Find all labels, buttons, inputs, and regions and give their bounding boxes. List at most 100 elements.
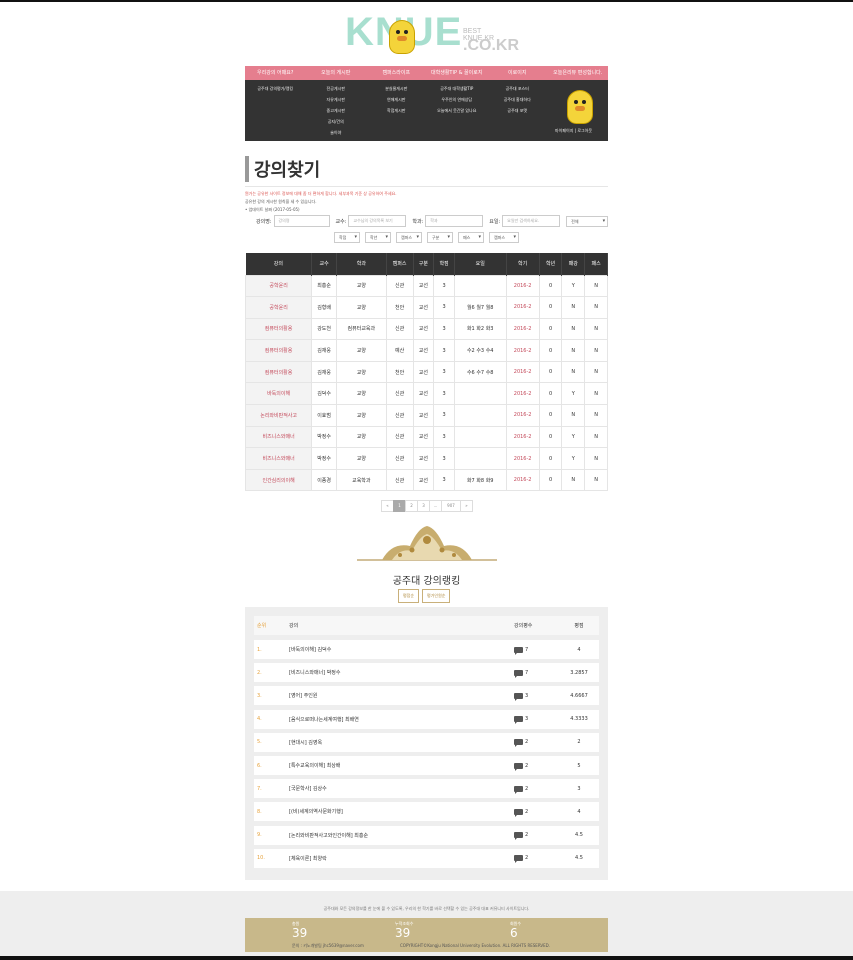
professor-search-input[interactable]: 교수님의 강의목록 보기 <box>348 215 407 227</box>
submenu-item[interactable]: 분실물게시판 <box>366 83 427 94</box>
rank-review-count: 2 <box>514 739 559 748</box>
campus-select[interactable]: 캠퍼스 <box>396 232 422 243</box>
rank-lecture-name[interactable]: [현대시] 김영옥 <box>289 739 514 746</box>
submenu-item[interactable]: 오늘에서 웃긴말 있나요 <box>427 105 488 116</box>
next-page-button[interactable]: » <box>460 500 473 512</box>
table-row[interactable]: 컴퓨터의활용 김재웅 교양 천안 교선 3 수6 수7 수8 2016-2 0 N N <box>244 360 608 384</box>
type-select[interactable]: 구분 <box>427 232 453 243</box>
submenu-item[interactable]: 학점게시판 <box>366 105 427 116</box>
table-row[interactable]: 비즈니스와매너 박정수 교양 신관 교선 3 2016-2 0 Y N <box>244 447 608 470</box>
nav-menu-lecture[interactable]: 우리강의 어때요? <box>245 66 306 80</box>
ranking-row[interactable]: 2. [비즈니스와매너] 박정수 7 3.2857 <box>254 663 599 683</box>
rank-lecture-name[interactable]: [음식으로떠나는세계여행] 최배연 <box>289 716 514 723</box>
title-divider <box>245 186 608 187</box>
rank-review-count: 3 <box>514 716 559 725</box>
lecture-name-link[interactable]: 바둑의이해 <box>244 382 313 406</box>
table-cell: N <box>584 468 608 492</box>
table-cell: N <box>584 339 608 362</box>
lecture-name-link[interactable]: 논리와비판적사고 <box>244 404 313 427</box>
table-cell: N <box>584 296 608 319</box>
comment-icon <box>514 808 523 817</box>
ranking-row[interactable]: 6. [특수교육의이해] 최상배 2 5 <box>254 756 599 775</box>
lecture-name-link[interactable]: 컴퓨터의활용 <box>244 360 313 384</box>
table-row[interactable]: 비즈니스와매너 박정수 교양 신관 교선 3 2016-2 0 Y N <box>244 425 608 449</box>
submenu-item[interactable]: 자유게시판 <box>306 94 367 105</box>
submenu-item[interactable]: 공주대 포맷 <box>487 105 548 116</box>
tab-by-score[interactable]: 평점순 <box>398 589 420 603</box>
submenu-item[interactable]: 공주대 포스터 <box>487 83 548 94</box>
table-row[interactable]: 인간심리의이해 이종경 교육학과 신관 교선 3 화7 화8 화9 2016-2 0 N N <box>244 468 608 492</box>
submenu-item[interactable]: 술이야 <box>306 127 367 138</box>
table-cell: 3 <box>433 468 455 492</box>
table-cell: 신관 <box>385 317 414 341</box>
tab-by-count[interactable]: 평가인원순 <box>422 589 451 603</box>
ranking-row[interactable]: 7. [국문학사] 김상수 2 3 <box>254 779 599 799</box>
table-cell: N <box>584 404 608 427</box>
table-row[interactable]: 공학윤리 김형배 교양 천안 교선 3 월6 월7 월8 2016-2 0 N N <box>244 296 608 319</box>
table-row[interactable]: 컴퓨터의활용 김재웅 교양 예산 교선 3 수2 수3 수4 2016-2 0 N N <box>244 339 608 362</box>
rank-lecture-name[interactable]: [국문학사] 김상수 <box>289 785 514 792</box>
nav-menu-board[interactable]: 오늘의 게시판 <box>306 66 367 80</box>
ranking-row[interactable]: 3. [영어] 주인원 3 4.6667 <box>254 686 599 706</box>
ranking-row[interactable]: 10. [체육이론] 최양락 2 4.5 <box>254 848 599 868</box>
credit-select[interactable]: 학점 <box>334 232 360 243</box>
lecture-search-input[interactable]: 강의명 <box>273 215 330 227</box>
ranking-row[interactable]: 5. [현대시] 김영옥 2 2 <box>254 732 599 752</box>
nav-menu-review[interactable]: 오늘은리뷰 편성합니다. <box>548 66 609 80</box>
lecture-name-link[interactable]: 인간심리의이해 <box>244 468 313 492</box>
rank-lecture-name[interactable]: [바둑의이해] 김덕수 <box>289 646 514 653</box>
pass-select[interactable]: 패스 <box>458 232 484 243</box>
nav-submenus: 공주대 강의평가/랭킹 전공게시판 자유게시판 중고게시판 공지/건의 술이야 … <box>245 80 608 138</box>
department-search-input[interactable]: 학과 <box>425 215 484 227</box>
rank-lecture-name[interactable]: [(비)세계의역사문화기행] <box>289 808 514 815</box>
rank-lecture-name[interactable]: [논리와비판적사고와인간이해] 최흥순 <box>289 832 514 839</box>
day-search-input[interactable]: 요일만 검색하세요. <box>502 215 561 227</box>
grade-select[interactable]: 학년 <box>365 232 391 243</box>
page-button[interactable]: 907 <box>441 500 461 512</box>
site-logo[interactable]: KNUE BEST KNUE.KR .CO.KR <box>345 10 519 58</box>
rank-lecture-name[interactable]: [영어] 주인원 <box>289 692 514 699</box>
table-row[interactable]: 논리와비판적사고 이효범 교양 신관 교선 3 2016-2 0 N N <box>244 404 608 427</box>
notice-text: 뭔가는 공유한 사이트 정보에 대해 좀 더 편하게 합니다. 세부과목 기준 … <box>245 190 397 214</box>
all-select[interactable]: 전체 <box>566 215 609 227</box>
submenu-item[interactable]: 공주대 대학생활TIP <box>427 83 488 94</box>
nav-menu-extra[interactable]: 이로이지 <box>487 66 548 80</box>
ranking-row[interactable]: 4. [음식으로떠나는세계여행] 최배연 3 4.3333 <box>254 709 599 729</box>
submenu-item[interactable]: 전공게시판 <box>306 83 367 94</box>
submenu-item[interactable]: 우주인의 연애상담 <box>427 94 488 105</box>
nav-menu-campus[interactable]: 캠퍼스라이프 <box>366 66 427 80</box>
ranking-row[interactable]: 8. [(비)세계의역사문화기행] 2 4 <box>254 802 599 822</box>
nav-menu-tip[interactable]: 대학생활TIP & 꿀이로지 <box>427 66 488 80</box>
submenu-item[interactable]: 공주대 홍대하다 <box>487 94 548 105</box>
stat-total: 총원 39 <box>292 921 307 939</box>
lecture-name-link[interactable]: 컴퓨터의활용 <box>244 339 313 362</box>
rank-lecture-name[interactable]: [비즈니스와매너] 박정수 <box>289 669 514 676</box>
filter-row-2: 학점 학년 캠퍼스 구분 패스 캠퍼스 <box>334 232 519 243</box>
table-row[interactable]: 컴퓨터의활용 강도천 컴퓨터교육과 신관 교선 3 화1 화2 화3 2016-2 0 N N <box>244 317 608 341</box>
lecture-name-link[interactable]: 비즈니스와매너 <box>244 447 313 470</box>
lecture-name-link[interactable]: 공학윤리 <box>244 296 313 319</box>
table-cell: 교선 <box>412 296 435 319</box>
ranking-row[interactable]: 1. [바둑의이해] 김덕수 7 4 <box>254 640 599 659</box>
table-cell: 김재웅 <box>311 339 337 362</box>
table-row[interactable]: 공학윤리 최흥순 교양 신관 교선 3 2016-2 0 Y N <box>244 274 608 298</box>
submenu-item[interactable]: 공주대 강의평가/랭킹 <box>245 83 306 94</box>
table-cell: 교양 <box>336 360 387 384</box>
rank-score: 4.5 <box>575 855 583 862</box>
submenu-item[interactable]: 공지/건의 <box>306 116 367 127</box>
notice-line: 공유한 강의 게시한 원칙을 세 수 있습니다. <box>245 199 317 204</box>
table-row[interactable]: 바둑의이해 김덕수 교양 신관 교선 3 2016-2 0 Y N <box>244 382 608 406</box>
rank-lecture-name[interactable]: [특수교육의이해] 최상배 <box>289 762 514 769</box>
ranking-row[interactable]: 9. [논리와비판적사고와인간이해] 최흥순 2 4.5 <box>254 825 599 845</box>
lecture-name-link[interactable]: 컴퓨터의활용 <box>244 317 313 341</box>
rank-lecture-name[interactable]: [체육이론] 최양락 <box>289 855 514 862</box>
mypage-link[interactable]: 마이페이지 <box>555 128 573 133</box>
lecture-name-link[interactable]: 비즈니스와매너 <box>244 425 313 449</box>
rank-number: 4. <box>257 716 262 723</box>
logout-link[interactable]: 로그아웃 <box>577 128 592 133</box>
submenu-item[interactable]: 연애게시판 <box>366 94 427 105</box>
review-count-value: 2 <box>525 832 529 839</box>
lecture-name-link[interactable]: 공학윤리 <box>244 274 313 298</box>
submenu-item[interactable]: 중고게시판 <box>306 105 367 116</box>
campus-select-2[interactable]: 캠퍼스 <box>489 232 519 243</box>
